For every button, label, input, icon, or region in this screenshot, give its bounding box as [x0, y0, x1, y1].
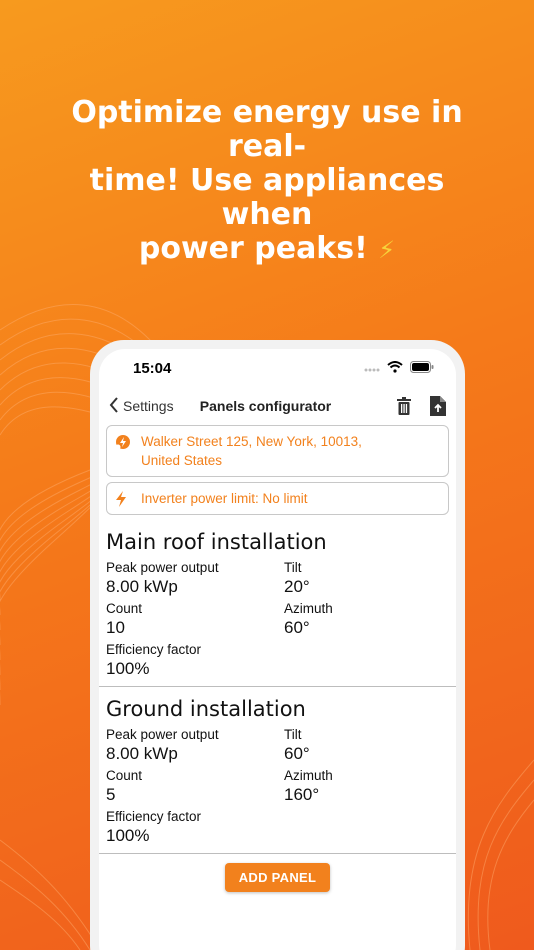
cellular-signal-icon: [364, 360, 380, 377]
efficiency-field: Efficiency factor 100%: [106, 642, 202, 678]
address-line-2: United States: [141, 453, 223, 468]
inverter-limit-field[interactable]: Inverter power limit: No limit: [106, 482, 449, 515]
bolt-icon: [115, 489, 133, 508]
export-file-icon[interactable]: [430, 396, 446, 416]
phone-frame: 15:04 Settings Panels configurator Walke…: [90, 340, 465, 950]
lightning-emoji: ⚡: [378, 236, 396, 264]
tilt-field: Tilt 20°: [284, 560, 310, 596]
chevron-left-icon: [109, 396, 119, 416]
installation-title: Main roof installation: [106, 530, 327, 554]
count-field: Count 10: [106, 601, 143, 637]
azimuth-field: Azimuth 60°: [284, 601, 333, 637]
installation-title: Ground installation: [106, 697, 306, 721]
peak-power-field: Peak power output 8.00 kWp: [106, 727, 219, 763]
location-bolt-icon: [115, 432, 133, 451]
app-screen: 15:04 Settings Panels configurator Walke…: [99, 349, 456, 950]
battery-icon: [410, 360, 434, 377]
efficiency-field: Efficiency factor 100%: [106, 809, 202, 845]
page-title: Panels configurator: [199, 398, 332, 414]
count-field: Count 5: [106, 768, 143, 804]
back-button[interactable]: Settings: [109, 396, 174, 416]
navigation-bar: Settings Panels configurator: [99, 387, 456, 425]
status-time: 15:04: [133, 359, 172, 377]
inverter-limit-text: Inverter power limit: No limit: [141, 491, 308, 506]
location-field[interactable]: Walker Street 125, New York, 10013, Unit…: [106, 425, 449, 477]
promo-headline: Optimize energy use in real- time! Use a…: [71, 95, 463, 266]
address-line-1: Walker Street 125, New York, 10013,: [141, 434, 362, 449]
back-label: Settings: [123, 398, 174, 414]
installation-card[interactable]: Main roof installation Peak power output…: [99, 520, 456, 687]
wifi-icon: [387, 360, 403, 377]
tilt-field: Tilt 60°: [284, 727, 310, 763]
installation-card[interactable]: Ground installation Peak power output 8.…: [99, 687, 456, 854]
status-bar: 15:04: [99, 349, 456, 387]
trash-icon[interactable]: [396, 397, 412, 415]
add-panel-button[interactable]: ADD PANEL: [224, 863, 331, 892]
peak-power-field: Peak power output 8.00 kWp: [106, 560, 219, 596]
azimuth-field: Azimuth 160°: [284, 768, 333, 804]
